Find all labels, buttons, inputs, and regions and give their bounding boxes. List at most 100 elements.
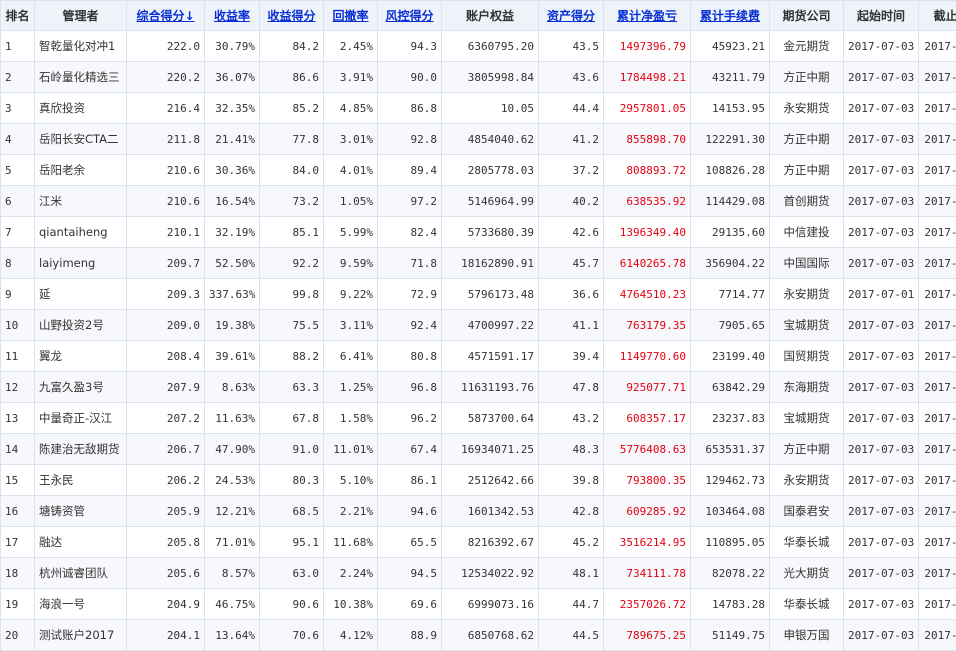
sort-link-return-rate[interactable]: 收益率 xyxy=(214,9,250,23)
cell-manager[interactable]: 延 xyxy=(35,279,127,310)
cell-composite-score: 210.1 xyxy=(127,217,205,248)
cell-start-date: 2017-07-03 xyxy=(844,527,919,558)
cell-manager[interactable]: 融达 xyxy=(35,527,127,558)
sort-link-return-score[interactable]: 收益得分 xyxy=(267,9,315,23)
table-row: 2石岭量化精选三220.236.07%86.63.91%90.03805998.… xyxy=(1,62,956,93)
col-header-cum-profit[interactable]: 累计净盈亏 xyxy=(604,1,691,31)
sort-link-risk-score[interactable]: 风控得分 xyxy=(385,9,433,23)
cell-company: 方正中期 xyxy=(770,155,844,186)
cell-composite-score: 209.0 xyxy=(127,310,205,341)
cell-manager[interactable]: 智乾量化对冲1 xyxy=(35,31,127,62)
cell-return-score: 85.2 xyxy=(260,93,324,124)
cell-rank: 16 xyxy=(1,496,35,527)
cell-composite-score: 206.2 xyxy=(127,465,205,496)
col-header-drawdown[interactable]: 回撤率 xyxy=(324,1,378,31)
sort-link-asset-score[interactable]: 资产得分 xyxy=(547,9,595,23)
cell-manager[interactable]: 九富久盈3号 xyxy=(35,372,127,403)
cell-asset-score: 44.4 xyxy=(539,93,604,124)
cell-start-date: 2017-07-03 xyxy=(844,248,919,279)
cell-start-date: 2017-07-03 xyxy=(844,434,919,465)
col-header-risk-score[interactable]: 风控得分 xyxy=(378,1,442,31)
col-header-cum-fee[interactable]: 累计手续费 xyxy=(691,1,770,31)
cell-return-score: 63.0 xyxy=(260,558,324,589)
cell-manager[interactable]: 海浪一号 xyxy=(35,589,127,620)
cell-rank: 12 xyxy=(1,372,35,403)
cell-company: 方正中期 xyxy=(770,124,844,155)
cell-asset-score: 45.7 xyxy=(539,248,604,279)
cell-manager[interactable]: 岳阳老余 xyxy=(35,155,127,186)
cell-return-score: 75.5 xyxy=(260,310,324,341)
cell-return-rate: 52.50% xyxy=(205,248,260,279)
cell-cum-fee: 51149.75 xyxy=(691,620,770,651)
cell-company: 中信建投 xyxy=(770,217,844,248)
cell-cum-profit: 6140265.78 xyxy=(604,248,691,279)
cell-cum-profit: 1784498.21 xyxy=(604,62,691,93)
cell-cum-fee: 356904.22 xyxy=(691,248,770,279)
cell-cum-fee: 45923.21 xyxy=(691,31,770,62)
cell-manager[interactable]: 中量奇正-汉江 xyxy=(35,403,127,434)
cell-manager[interactable]: 测试账户2017 xyxy=(35,620,127,651)
sort-link-cum-fee[interactable]: 累计手续费 xyxy=(700,9,760,23)
cell-end-date: 2017-09-28 xyxy=(919,496,956,527)
cell-manager[interactable]: 王永民 xyxy=(35,465,127,496)
cell-cum-profit: 608357.17 xyxy=(604,403,691,434)
sort-link-drawdown[interactable]: 回撤率 xyxy=(332,9,368,23)
sort-desc-arrow-icon: ↓ xyxy=(184,9,194,23)
col-header-composite-score[interactable]: 综合得分↓ xyxy=(127,1,205,31)
cell-equity: 11631193.76 xyxy=(442,372,539,403)
cell-manager[interactable]: 岳阳长安CTA二 xyxy=(35,124,127,155)
cell-return-rate: 71.01% xyxy=(205,527,260,558)
cell-manager[interactable]: qiantaiheng xyxy=(35,217,127,248)
cell-cum-fee: 129462.73 xyxy=(691,465,770,496)
cell-return-rate: 12.21% xyxy=(205,496,260,527)
cell-manager[interactable]: laiyimeng xyxy=(35,248,127,279)
cell-asset-score: 44.7 xyxy=(539,589,604,620)
cell-risk-score: 71.8 xyxy=(378,248,442,279)
cell-return-rate: 21.41% xyxy=(205,124,260,155)
sort-link-cum-profit[interactable]: 累计净盈亏 xyxy=(617,9,677,23)
cell-asset-score: 42.8 xyxy=(539,496,604,527)
cell-rank: 15 xyxy=(1,465,35,496)
cell-asset-score: 47.8 xyxy=(539,372,604,403)
cell-composite-score: 207.2 xyxy=(127,403,205,434)
cell-cum-profit: 925077.71 xyxy=(604,372,691,403)
cell-end-date: 2017-09-28 xyxy=(919,62,956,93)
cell-asset-score: 37.2 xyxy=(539,155,604,186)
cell-equity: 6360795.20 xyxy=(442,31,539,62)
cell-risk-score: 69.6 xyxy=(378,589,442,620)
col-header-asset-score[interactable]: 资产得分 xyxy=(539,1,604,31)
cell-return-rate: 16.54% xyxy=(205,186,260,217)
cell-drawdown: 3.11% xyxy=(324,310,378,341)
cell-composite-score: 211.8 xyxy=(127,124,205,155)
cell-manager[interactable]: 江米 xyxy=(35,186,127,217)
cell-cum-fee: 7714.77 xyxy=(691,279,770,310)
cell-manager[interactable]: 杭州诚睿团队 xyxy=(35,558,127,589)
cell-asset-score: 43.5 xyxy=(539,31,604,62)
cell-manager[interactable]: 塘铸资管 xyxy=(35,496,127,527)
cell-manager[interactable]: 石岭量化精选三 xyxy=(35,62,127,93)
cell-cum-profit: 2957801.05 xyxy=(604,93,691,124)
cell-company: 国贸期货 xyxy=(770,341,844,372)
cell-company: 华泰长城 xyxy=(770,527,844,558)
col-header-return-score[interactable]: 收益得分 xyxy=(260,1,324,31)
cell-drawdown: 2.45% xyxy=(324,31,378,62)
cell-cum-profit: 1396349.40 xyxy=(604,217,691,248)
cell-rank: 20 xyxy=(1,620,35,651)
cell-manager[interactable]: 山野投资2号 xyxy=(35,310,127,341)
cell-composite-score: 216.4 xyxy=(127,93,205,124)
cell-asset-score: 44.5 xyxy=(539,620,604,651)
cell-cum-fee: 23237.83 xyxy=(691,403,770,434)
sort-link-composite-score[interactable]: 综合得分 xyxy=(136,9,184,23)
cell-manager[interactable]: 真欣投资 xyxy=(35,93,127,124)
cell-manager[interactable]: 陈建治无敌期货 xyxy=(35,434,127,465)
col-header-return-rate[interactable]: 收益率 xyxy=(205,1,260,31)
cell-end-date: 2017-09-28 xyxy=(919,341,956,372)
cell-composite-score: 204.9 xyxy=(127,589,205,620)
table-row: 13中量奇正-汉江207.211.63%67.81.58%96.25873700… xyxy=(1,403,956,434)
cell-company: 金元期货 xyxy=(770,31,844,62)
cell-manager[interactable]: 翼龙 xyxy=(35,341,127,372)
table-row: 18杭州诚睿团队205.68.57%63.02.24%94.512534022.… xyxy=(1,558,956,589)
cell-composite-score: 210.6 xyxy=(127,155,205,186)
cell-equity: 5146964.99 xyxy=(442,186,539,217)
cell-cum-fee: 110895.05 xyxy=(691,527,770,558)
